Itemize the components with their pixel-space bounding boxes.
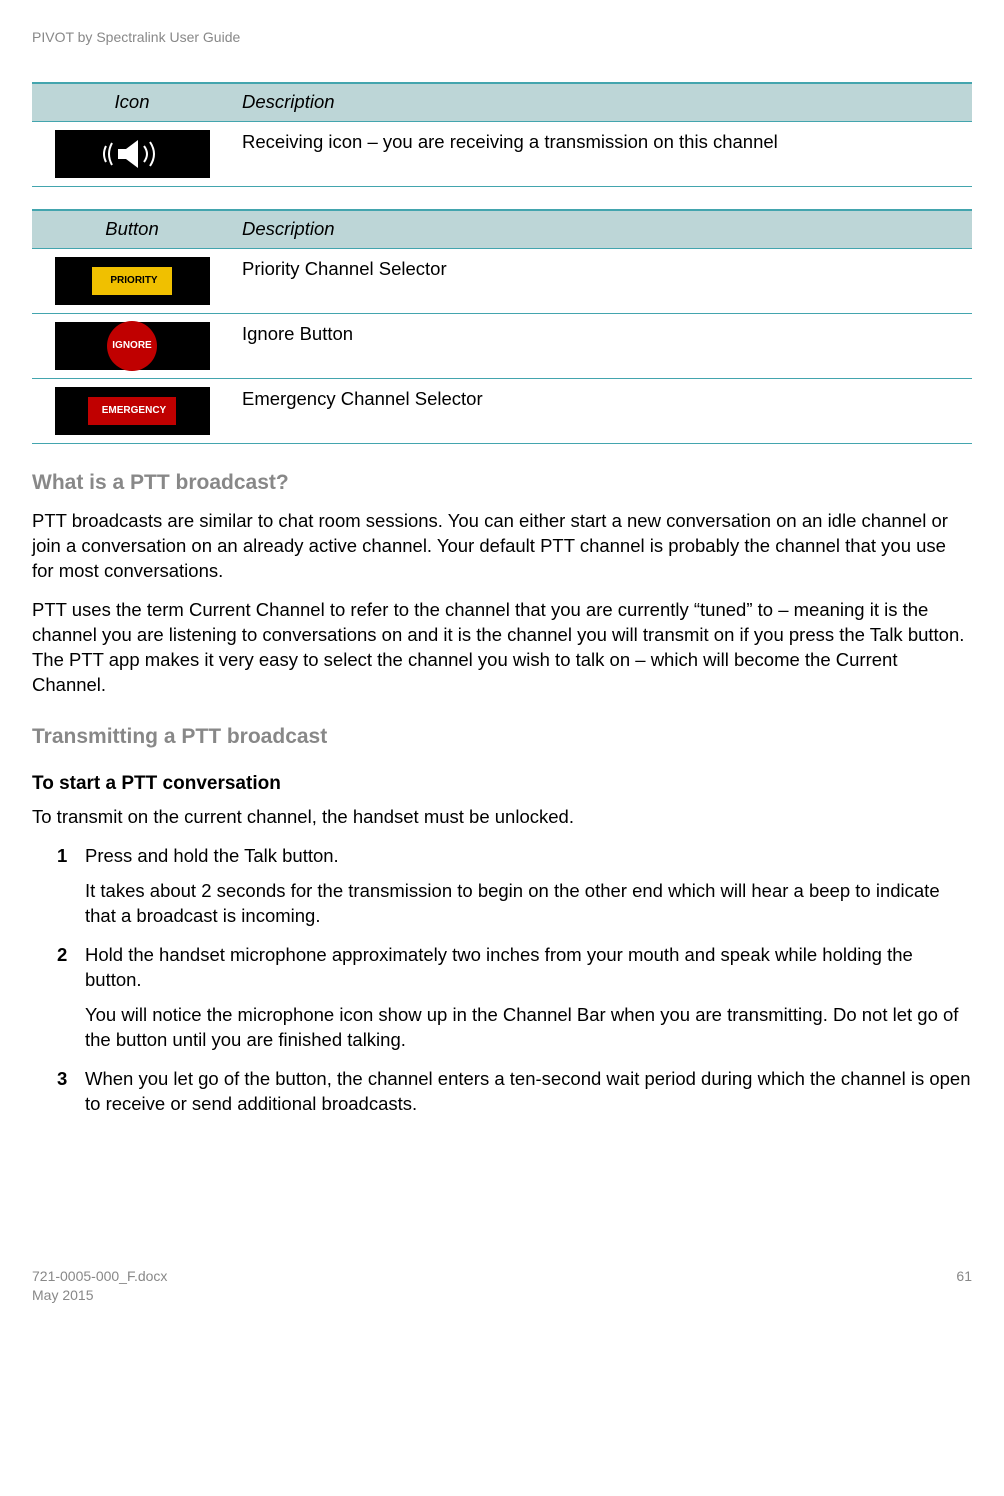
step-extra: It takes about 2 seconds for the transmi…: [85, 879, 972, 929]
table-row: Receiving icon – you are receiving a tra…: [32, 121, 972, 186]
step-number: 1: [57, 844, 67, 869]
emergency-button-icon: EMERGENCY: [55, 387, 210, 435]
icon-desc: Receiving icon – you are receiving a tra…: [232, 121, 972, 186]
page-number: 61: [956, 1267, 972, 1305]
table-header-desc: Description: [232, 83, 972, 121]
section-heading-transmitting: Transmitting a PTT broadcast: [32, 723, 972, 751]
button-desc: Priority Channel Selector: [232, 248, 972, 313]
step-number: 3: [57, 1067, 67, 1092]
paragraph: To transmit on the current channel, the …: [32, 805, 972, 830]
table-row: EMERGENCY Emergency Channel Selector: [32, 378, 972, 443]
button-cell: IGNORE: [32, 313, 232, 378]
icon-cell: [32, 121, 232, 186]
step-text: Press and hold the Talk button.: [85, 845, 339, 866]
button-cell: EMERGENCY: [32, 378, 232, 443]
footer: 721-0005-000_F.docx May 2015 61: [32, 1267, 972, 1305]
table-row: PRIORITY Priority Channel Selector: [32, 248, 972, 313]
button-desc: Emergency Channel Selector: [232, 378, 972, 443]
list-item: 2 Hold the handset microphone approximat…: [57, 943, 972, 1053]
list-item: 1 Press and hold the Talk button. It tak…: [57, 844, 972, 929]
step-text: Hold the handset microphone approximatel…: [85, 944, 913, 990]
list-item: 3 When you let go of the button, the cha…: [57, 1067, 972, 1117]
step-number: 2: [57, 943, 67, 968]
table-header-desc: Description: [232, 210, 972, 248]
steps-list: 1 Press and hold the Talk button. It tak…: [32, 844, 972, 1117]
ignore-label: IGNORE: [107, 321, 157, 371]
footer-doc: 721-0005-000_F.docx: [32, 1267, 167, 1286]
paragraph: PTT broadcasts are similar to chat room …: [32, 509, 972, 584]
button-cell: PRIORITY: [32, 248, 232, 313]
paragraph: PTT uses the term Current Channel to ref…: [32, 598, 972, 698]
receiving-icon: [55, 130, 210, 178]
emergency-label: EMERGENCY: [88, 397, 176, 425]
step-text: When you let go of the button, the chann…: [85, 1068, 971, 1114]
priority-button-icon: PRIORITY: [55, 257, 210, 305]
document-header: PIVOT by Spectralink User Guide: [32, 28, 972, 47]
icon-table: Icon Description Receiving icon – you ar: [32, 82, 972, 187]
button-desc: Ignore Button: [232, 313, 972, 378]
ignore-button-icon: IGNORE: [55, 322, 210, 370]
sub-heading: To start a PTT conversation: [32, 771, 972, 797]
table-header-button: Button: [32, 210, 232, 248]
button-table: Button Description PRIORITY Priority Cha…: [32, 209, 972, 444]
table-row: IGNORE Ignore Button: [32, 313, 972, 378]
priority-label: PRIORITY: [92, 267, 171, 295]
step-extra: You will notice the microphone icon show…: [85, 1003, 972, 1053]
footer-date: May 2015: [32, 1286, 167, 1305]
table-header-icon: Icon: [32, 83, 232, 121]
section-heading-ptt-broadcast: What is a PTT broadcast?: [32, 469, 972, 497]
